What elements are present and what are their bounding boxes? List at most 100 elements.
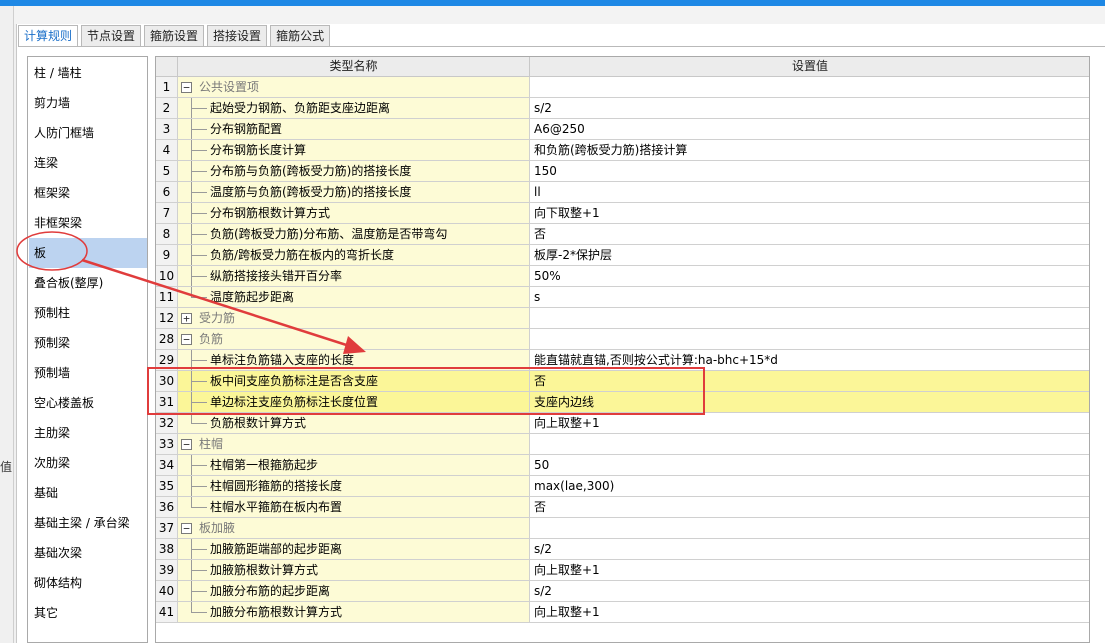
setting-value-cell[interactable]: s/2 (530, 98, 1089, 119)
type-name-cell[interactable]: 单标注负筋锚入支座的长度 (178, 350, 530, 371)
table-row[interactable]: 10 纵筋搭接接头错开百分率 50% (156, 266, 1089, 287)
type-name-cell[interactable]: − 板加腋 (178, 518, 530, 539)
sidebar-item[interactable]: 叠合板(整厚) (29, 268, 147, 298)
setting-value-cell[interactable] (530, 518, 1089, 539)
type-name-cell[interactable]: 加腋分布筋的起步距离 (178, 581, 530, 602)
sidebar-item[interactable]: 次肋梁 (29, 448, 147, 478)
collapse-icon[interactable]: − (181, 439, 192, 450)
sidebar-item[interactable]: 框架梁 (29, 178, 147, 208)
setting-value-cell[interactable]: 支座内边线 (530, 392, 1089, 413)
collapse-icon[interactable]: − (181, 523, 192, 534)
header-value[interactable]: 设置值 (530, 57, 1089, 76)
header-name[interactable]: 类型名称 (178, 57, 530, 76)
table-row[interactable]: 3 分布钢筋配置 A6@250 (156, 119, 1089, 140)
table-row[interactable]: 32 负筋根数计算方式 向上取整+1 (156, 413, 1089, 434)
setting-value-cell[interactable]: 向上取整+1 (530, 560, 1089, 581)
sidebar-item[interactable]: 预制墙 (29, 358, 147, 388)
table-row[interactable]: 39 加腋筋根数计算方式 向上取整+1 (156, 560, 1089, 581)
sidebar-item[interactable]: 柱 / 墙柱 (29, 58, 147, 88)
type-name-cell[interactable]: 温度筋与负筋(跨板受力筋)的搭接长度 (178, 182, 530, 203)
type-name-cell[interactable]: 柱帽第一根箍筋起步 (178, 455, 530, 476)
group-row[interactable]: 12 + 受力筋 (156, 308, 1089, 329)
table-row[interactable]: 40 加腋分布筋的起步距离 s/2 (156, 581, 1089, 602)
group-row[interactable]: 1− 公共设置项 (156, 77, 1089, 98)
table-row[interactable]: 36 柱帽水平箍筋在板内布置 否 (156, 497, 1089, 518)
setting-value-cell[interactable] (530, 329, 1089, 350)
sidebar-item[interactable]: 基础次梁 (29, 538, 147, 568)
sidebar-item[interactable]: 剪力墙 (29, 88, 147, 118)
type-name-cell[interactable]: 加腋筋根数计算方式 (178, 560, 530, 581)
setting-value-cell[interactable]: 向上取整+1 (530, 602, 1089, 623)
type-name-cell[interactable]: 纵筋搭接接头错开百分率 (178, 266, 530, 287)
table-row[interactable]: 9 负筋/跨板受力筋在板内的弯折长度 板厚-2*保护层 (156, 245, 1089, 266)
sidebar-item[interactable]: 预制柱 (29, 298, 147, 328)
tab-5[interactable]: 箍筋公式 (270, 25, 331, 46)
table-row[interactable]: 11 温度筋起步距离 s (156, 287, 1089, 308)
tab-4[interactable]: 搭接设置 (207, 25, 268, 46)
type-name-cell[interactable]: 起始受力钢筋、负筋距支座边距离 (178, 98, 530, 119)
setting-value-cell[interactable]: 否 (530, 224, 1089, 245)
sidebar-item[interactable]: 砌体结构 (29, 568, 147, 598)
type-name-cell[interactable]: 分布筋与负筋(跨板受力筋)的搭接长度 (178, 161, 530, 182)
sidebar-item[interactable]: 基础 (29, 478, 147, 508)
expand-icon[interactable]: + (181, 313, 192, 324)
setting-value-cell[interactable]: max(lae,300) (530, 476, 1089, 497)
setting-value-cell[interactable]: 否 (530, 497, 1089, 518)
setting-value-cell[interactable]: 和负筋(跨板受力筋)搭接计算 (530, 140, 1089, 161)
tab-1[interactable]: 计算规则 (18, 25, 79, 47)
sidebar-item[interactable]: 人防门框墙 (29, 118, 147, 148)
table-row[interactable]: 5 分布筋与负筋(跨板受力筋)的搭接长度 150 (156, 161, 1089, 182)
sidebar-item[interactable]: 非框架梁 (29, 208, 147, 238)
type-name-cell[interactable]: − 负筋 (178, 329, 530, 350)
setting-value-cell[interactable]: s/2 (530, 539, 1089, 560)
type-name-cell[interactable]: 负筋/跨板受力筋在板内的弯折长度 (178, 245, 530, 266)
table-row[interactable]: 29 单标注负筋锚入支座的长度 能直锚就直锚,否则按公式计算:ha-bhc+15*d (156, 350, 1089, 371)
type-name-cell[interactable]: 柱帽圆形箍筋的搭接长度 (178, 476, 530, 497)
setting-value-cell[interactable]: A6@250 (530, 119, 1089, 140)
table-row[interactable]: 4 分布钢筋长度计算 和负筋(跨板受力筋)搭接计算 (156, 140, 1089, 161)
table-row[interactable]: 41 加腋分布筋根数计算方式 向上取整+1 (156, 602, 1089, 623)
table-row[interactable]: 38 加腋筋距端部的起步距离 s/2 (156, 539, 1089, 560)
table-row[interactable]: 6 温度筋与负筋(跨板受力筋)的搭接长度 ll (156, 182, 1089, 203)
table-row[interactable]: 8 负筋(跨板受力筋)分布筋、温度筋是否带弯勾 否 (156, 224, 1089, 245)
setting-value-cell[interactable]: 否 (530, 371, 1089, 392)
group-row[interactable]: 28− 负筋 (156, 329, 1089, 350)
sidebar-item[interactable]: 基础主梁 / 承台梁 (29, 508, 147, 538)
sidebar-item[interactable]: 预制梁 (29, 328, 147, 358)
type-name-cell[interactable]: 负筋(跨板受力筋)分布筋、温度筋是否带弯勾 (178, 224, 530, 245)
setting-value-cell[interactable] (530, 308, 1089, 329)
table-row[interactable]: 2 起始受力钢筋、负筋距支座边距离 s/2 (156, 98, 1089, 119)
setting-value-cell[interactable]: 50 (530, 455, 1089, 476)
table-row[interactable]: 31 单边标注支座负筋标注长度位置 支座内边线 (156, 392, 1089, 413)
setting-value-cell[interactable]: s (530, 287, 1089, 308)
sidebar-item[interactable]: 连梁 (29, 148, 147, 178)
tab-2[interactable]: 节点设置 (81, 25, 142, 46)
setting-value-cell[interactable] (530, 434, 1089, 455)
group-row[interactable]: 33− 柱帽 (156, 434, 1089, 455)
setting-value-cell[interactable]: 板厚-2*保护层 (530, 245, 1089, 266)
sidebar-item[interactable]: 板 (29, 238, 147, 268)
collapse-icon[interactable]: − (181, 82, 192, 93)
group-row[interactable]: 37− 板加腋 (156, 518, 1089, 539)
type-name-cell[interactable]: 温度筋起步距离 (178, 287, 530, 308)
collapse-icon[interactable]: − (181, 334, 192, 345)
type-name-cell[interactable]: 负筋根数计算方式 (178, 413, 530, 434)
setting-value-cell[interactable]: 能直锚就直锚,否则按公式计算:ha-bhc+15*d (530, 350, 1089, 371)
setting-value-cell[interactable]: 150 (530, 161, 1089, 182)
type-name-cell[interactable]: 分布钢筋根数计算方式 (178, 203, 530, 224)
sidebar-item[interactable]: 主肋梁 (29, 418, 147, 448)
setting-value-cell[interactable]: ll (530, 182, 1089, 203)
sidebar-item[interactable]: 空心楼盖板 (29, 388, 147, 418)
table-row[interactable]: 34 柱帽第一根箍筋起步 50 (156, 455, 1089, 476)
setting-value-cell[interactable]: s/2 (530, 581, 1089, 602)
table-row[interactable]: 35 柱帽圆形箍筋的搭接长度 max(lae,300) (156, 476, 1089, 497)
type-name-cell[interactable]: 加腋筋距端部的起步距离 (178, 539, 530, 560)
setting-value-cell[interactable]: 50% (530, 266, 1089, 287)
type-name-cell[interactable]: 加腋分布筋根数计算方式 (178, 602, 530, 623)
type-name-cell[interactable]: − 公共设置项 (178, 77, 530, 98)
type-name-cell[interactable]: 板中间支座负筋标注是否含支座 (178, 371, 530, 392)
type-name-cell[interactable]: − 柱帽 (178, 434, 530, 455)
setting-value-cell[interactable]: 向上取整+1 (530, 413, 1089, 434)
type-name-cell[interactable]: + 受力筋 (178, 308, 530, 329)
type-name-cell[interactable]: 分布钢筋配置 (178, 119, 530, 140)
